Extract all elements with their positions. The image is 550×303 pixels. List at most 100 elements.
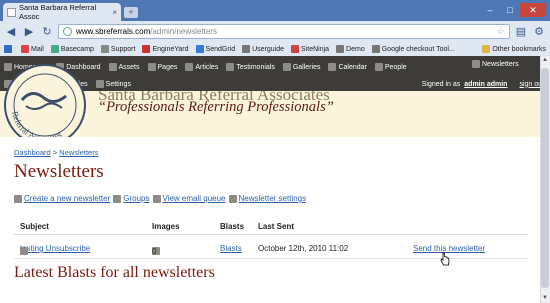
pages-icon	[147, 63, 156, 71]
bookmark-icon	[242, 45, 251, 53]
view-email-queue-link[interactable]: View email queue	[152, 194, 226, 203]
hand-cursor-icon	[440, 252, 450, 266]
nav-item-label: Articles	[195, 63, 219, 71]
edit-icon[interactable]	[20, 247, 28, 255]
newsletter-actions: Create a new newsletter Groups View emai…	[14, 194, 306, 203]
breadcrumb-dashboard[interactable]: Dashboard	[14, 148, 51, 157]
bookmark-item[interactable]: Google checkout Tool...	[371, 45, 455, 53]
page-menu-icon[interactable]: ▤	[514, 25, 528, 39]
tab-strip: Santa Barbara Referral Assoc × + – □ ✕	[0, 0, 550, 21]
blasts-link[interactable]: Blasts	[220, 244, 242, 253]
maximize-icon[interactable]: □	[500, 3, 520, 17]
new-tab-button[interactable]: +	[124, 7, 138, 18]
bookmark-icon	[100, 45, 109, 53]
assets-icon	[108, 63, 117, 71]
bookmark-icon	[50, 45, 59, 53]
subject-link[interactable]: testing Unsubscribe	[20, 244, 90, 253]
bookmark-item[interactable]: SendGrid	[195, 45, 236, 53]
breadcrumb-newsletters[interactable]: Newsletters	[59, 148, 98, 157]
bookmark-item[interactable]: SiteNinja	[291, 45, 329, 53]
nav-item-label: Newsletters	[482, 60, 519, 68]
settings-icon	[228, 194, 237, 203]
last-sent-cell: October 12th, 2010 11:02	[258, 244, 349, 253]
col-images: Images	[152, 222, 180, 231]
browser-chrome: Santa Barbara Referral Assoc × + – □ ✕ ◀…	[0, 0, 550, 62]
bookmark-label: SendGrid	[205, 45, 236, 53]
bookmark-item[interactable]	[4, 45, 14, 53]
bookmark-label: Userguide	[252, 45, 285, 53]
breadcrumb-separator: >	[52, 148, 58, 157]
bookmark-item[interactable]: Basecamp	[50, 45, 94, 53]
scroll-thumb[interactable]	[541, 68, 549, 288]
bookmark-label: Demo	[346, 45, 365, 53]
bookmark-item[interactable]: EngineYard	[142, 45, 189, 53]
bookmark-star-icon[interactable]: ☆	[497, 26, 505, 37]
nav-item-settings[interactable]: Settings	[95, 80, 131, 88]
wrench-icon[interactable]: ⚙	[532, 25, 546, 39]
newsletters-icon	[472, 60, 480, 68]
other-bookmarks-label: Other bookmarks	[492, 45, 546, 53]
bookmark-icon	[4, 45, 12, 53]
bookmark-icon	[195, 45, 204, 53]
back-icon[interactable]: ◀	[4, 25, 18, 39]
groups-link[interactable]: Groups	[113, 194, 150, 203]
bookmark-label: EngineYard	[152, 45, 189, 53]
bookmark-item[interactable]: Mail	[21, 45, 44, 53]
nav-item-label: Assets	[118, 63, 140, 71]
nav-item-articles[interactable]: Articles	[185, 63, 218, 71]
browser-toolbar: ◀ ▶ ↻ www.sbreferrals.com /admin/newslet…	[0, 21, 550, 42]
bookmark-item[interactable]: Userguide	[242, 45, 284, 53]
signed-in-info: Signed in as admin admin sign out	[422, 77, 544, 91]
table-header: Subject Images Blasts Last Sent	[14, 219, 528, 235]
minimize-icon[interactable]: –	[480, 3, 500, 17]
bookmark-label: Google checkout Tool...	[381, 45, 455, 53]
nav-item-calendar[interactable]: Calendar	[328, 63, 367, 71]
url-path: /admin/newsletters	[150, 27, 217, 36]
favicon-icon	[7, 7, 16, 17]
forward-icon[interactable]: ▶	[22, 25, 36, 39]
nav-item-newsletters[interactable]: Newsletters	[472, 60, 519, 68]
subject-cell: testing Unsubscribe	[20, 244, 90, 255]
create-newsletter-link[interactable]: Create a new newsletter	[14, 194, 110, 203]
nav-item-assets[interactable]: Assets	[108, 63, 140, 71]
bookmark-icon	[142, 45, 151, 53]
action-label: Groups	[123, 194, 150, 203]
nav-item-label: Calendar	[338, 63, 367, 71]
scroll-down-icon[interactable]: ▼	[541, 294, 549, 303]
calendar-icon	[328, 63, 337, 71]
other-bookmarks[interactable]: Other bookmarks	[482, 45, 546, 53]
queue-icon	[152, 194, 161, 203]
bookmark-label: Support	[110, 45, 136, 53]
latest-blasts-heading: Latest Blasts for all newsletters	[14, 264, 215, 281]
address-bar[interactable]: www.sbreferrals.com /admin/newsletters ☆	[58, 24, 510, 39]
globe-icon	[63, 27, 72, 36]
nav-item-people[interactable]: People	[374, 63, 407, 71]
col-subject: Subject	[20, 222, 49, 231]
col-blasts: Blasts	[220, 222, 245, 231]
window-close-icon[interactable]: ✕	[520, 3, 546, 17]
page-title: Newsletters	[14, 161, 104, 182]
signed-in-user[interactable]: admin admin	[464, 81, 507, 88]
action-label: View email queue	[162, 194, 226, 203]
newsletter-settings-link[interactable]: Newsletter settings	[228, 194, 307, 203]
nav-item-pages[interactable]: Pages	[147, 63, 178, 71]
scroll-up-icon[interactable]: ▲	[541, 56, 549, 65]
images-count: 0	[152, 247, 157, 256]
nav-item-label: Galleries	[292, 63, 321, 71]
nav-item-galleries[interactable]: Galleries	[282, 63, 321, 71]
action-label: Newsletter settings	[238, 194, 307, 203]
nav-item-label: Pages	[157, 63, 178, 71]
bookmark-item[interactable]: Demo	[336, 45, 365, 53]
bookmark-icon	[371, 45, 380, 53]
reload-icon[interactable]: ↻	[40, 25, 54, 39]
galleries-icon	[282, 63, 291, 71]
bookmark-item[interactable]: Support	[100, 45, 136, 53]
nav-item-testimonials[interactable]: Testimonials	[226, 63, 275, 71]
tab-close-icon[interactable]: ×	[112, 8, 117, 17]
url-host: www.sbreferrals.com	[76, 27, 151, 36]
bookmarks-bar: Mail Basecamp Support EngineYard SendGrid Use…	[0, 42, 550, 56]
col-last-sent: Last Sent	[258, 222, 295, 231]
tab-title: Santa Barbara Referral Assoc	[19, 3, 97, 21]
bookmark-icon	[291, 45, 300, 53]
browser-tab[interactable]: Santa Barbara Referral Assoc ×	[3, 3, 121, 21]
